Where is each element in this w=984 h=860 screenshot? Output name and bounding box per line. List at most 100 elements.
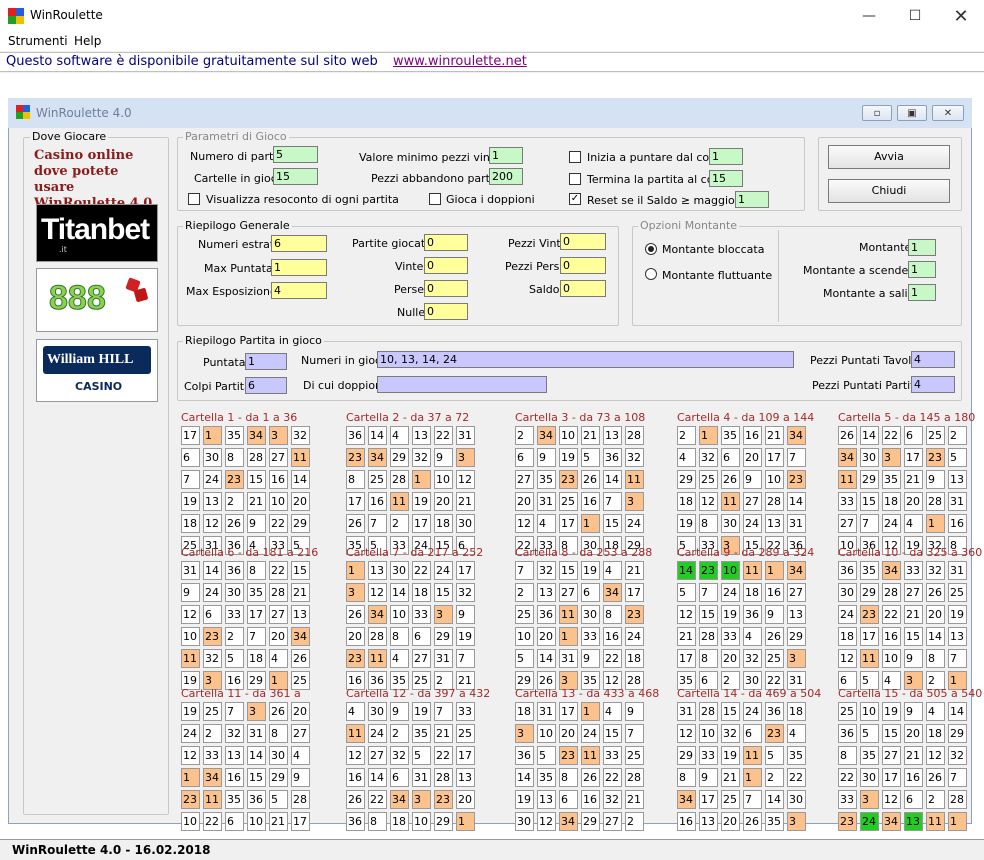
cartella-cell: 33 <box>456 702 475 721</box>
cartella-cell: 23 <box>225 470 244 489</box>
cartella-cell: 7 <box>456 649 475 668</box>
cartella-cell: 36 <box>603 448 622 467</box>
montante-field[interactable]: 1 <box>908 239 936 256</box>
cartella-1-title: Cartella 1 - da 1 a 36 <box>181 411 298 424</box>
website-link[interactable]: www.winroulette.net <box>393 54 527 69</box>
cartella-cell: 19 <box>882 702 901 721</box>
cartella-cell: 9 <box>291 768 310 787</box>
cartella-cell: 18 <box>838 627 857 646</box>
termina-checkbox[interactable] <box>569 173 581 185</box>
montante-scendere-field[interactable]: 1 <box>908 261 936 278</box>
cartella-cell: 11 <box>860 649 879 668</box>
cartella-1: 17 1 35 34 3 32 6 30 8 28 27 11 7 24 23 15 16 14 19 13 2 21 10… <box>181 426 310 555</box>
numero-partite-field[interactable]: 5 <box>273 146 318 163</box>
cartella-cell: 29 <box>677 746 696 765</box>
avvia-button[interactable]: Avvia <box>828 145 950 169</box>
cartella-cell: 15 <box>559 561 578 580</box>
pezzi-vinti-field: 0 <box>560 233 606 250</box>
cartella-cell: 6 <box>743 724 762 743</box>
montante-bloccata-radio[interactable] <box>645 243 657 255</box>
cartella-cell: 27 <box>882 746 901 765</box>
888-logo[interactable]: 888 <box>36 268 158 332</box>
cartella-cell: 13 <box>537 583 556 602</box>
cartella-cell: 4 <box>537 514 556 533</box>
cartella-cell: 26 <box>269 702 288 721</box>
cartella-cell: 1 <box>765 561 784 580</box>
cartella-cell: 28 <box>390 470 409 489</box>
cartella-cell: 15 <box>860 492 879 511</box>
cartella-cell: 35 <box>537 470 556 489</box>
cartella-cell: 17 <box>181 426 200 445</box>
william-hill-logo[interactable]: William HILL CASINO <box>36 339 158 402</box>
cartella-cell: 16 <box>765 583 784 602</box>
cartella-cell: 5 <box>412 746 431 765</box>
cartella-cell: 19 <box>677 514 696 533</box>
cartella-cell: 1 <box>926 514 945 533</box>
cartella-cell: 4 <box>904 514 923 533</box>
cartella-cell: 24 <box>625 514 644 533</box>
cartella-cell: 21 <box>904 746 923 765</box>
chiudi-button[interactable]: Chiudi <box>828 179 950 203</box>
cartella-cell: 28 <box>625 426 644 445</box>
cartella-cell: 30 <box>721 514 740 533</box>
cartella-cell: 20 <box>434 492 453 511</box>
cartella-cell: 13 <box>904 812 923 831</box>
cartella-cell: 30 <box>390 561 409 580</box>
cartella-cell: 8 <box>269 724 288 743</box>
cartella-cell: 26 <box>838 426 857 445</box>
cartella-cell: 17 <box>904 448 923 467</box>
cartella-cell: 10 <box>699 724 718 743</box>
child-maximize-icon[interactable]: ▣ <box>897 105 927 121</box>
cartella-cell: 6 <box>581 583 600 602</box>
cartella-cell: 35 <box>860 561 879 580</box>
cartella-cell: 5 <box>225 649 244 668</box>
cartelle-in-gioco-field[interactable]: 15 <box>273 168 318 185</box>
cartella-cell: 21 <box>269 812 288 831</box>
pezzi-abbandono-field[interactable]: 200 <box>489 168 523 185</box>
child-close-icon[interactable]: ✕ <box>932 105 964 121</box>
cartella-cell: 27 <box>904 583 923 602</box>
titanbet-logo[interactable]: Titanbet .it <box>36 204 158 262</box>
pezzi-vinti-label: Pezzi Vinti <box>508 237 564 250</box>
reset-checkbox[interactable]: ✓ <box>569 193 581 205</box>
cartella-cell: 4 <box>291 746 310 765</box>
cartella-cell: 35 <box>882 470 901 489</box>
cartella-cell: 32 <box>699 448 718 467</box>
max-esposizione-field: 4 <box>271 282 327 299</box>
cartella-cell: 1 <box>181 768 200 787</box>
valore-minimo-field[interactable]: 1 <box>489 147 523 164</box>
cartella-cell: 19 <box>581 561 600 580</box>
montante-salire-field[interactable]: 1 <box>908 284 936 301</box>
child-title-bar <box>8 98 972 128</box>
cartella-cell: 10 <box>515 627 534 646</box>
reset-field[interactable]: 1 <box>735 191 769 208</box>
cartella-cell: 26 <box>926 768 945 787</box>
cartella-cell: 15 <box>434 583 453 602</box>
inizia-field[interactable]: 1 <box>709 148 743 165</box>
montante-fluttuante-radio[interactable] <box>645 268 657 280</box>
child-minimize-icon[interactable]: ▫ <box>862 105 892 121</box>
cartella-cell: 24 <box>860 812 879 831</box>
inizia-checkbox[interactable] <box>569 151 581 163</box>
cartella-cell: 12 <box>699 492 718 511</box>
cartella-cell: 1 <box>412 470 431 489</box>
cartella-cell: 29 <box>291 514 310 533</box>
menu-strumenti[interactable]: Strumenti <box>8 34 68 48</box>
termina-field[interactable]: 15 <box>709 170 743 187</box>
maximize-icon[interactable]: ☐ <box>892 0 938 32</box>
gioca-doppioni-checkbox[interactable] <box>429 193 441 205</box>
cartella-cell: 16 <box>882 627 901 646</box>
cartella-cell: 24 <box>743 514 762 533</box>
close-icon[interactable]: ✕ <box>938 0 984 32</box>
cartella-cell: 2 <box>203 724 222 743</box>
menu-help[interactable]: Help <box>74 34 101 48</box>
cartella-cell: 9 <box>904 702 923 721</box>
cartella-cell: 35 <box>225 790 244 809</box>
visualizza-checkbox[interactable] <box>188 193 200 205</box>
cartella-cell: 11 <box>181 649 200 668</box>
cartella-4: 2 1 35 16 21 34 4 32 6 20 17 7 29 25 26 9 10 23 18 12 11 27 28… <box>677 426 806 555</box>
cartella-cell: 21 <box>625 561 644 580</box>
minimize-icon[interactable]: — <box>846 0 892 32</box>
cartella-cell: 29 <box>677 470 696 489</box>
cartella-cell: 15 <box>291 561 310 580</box>
